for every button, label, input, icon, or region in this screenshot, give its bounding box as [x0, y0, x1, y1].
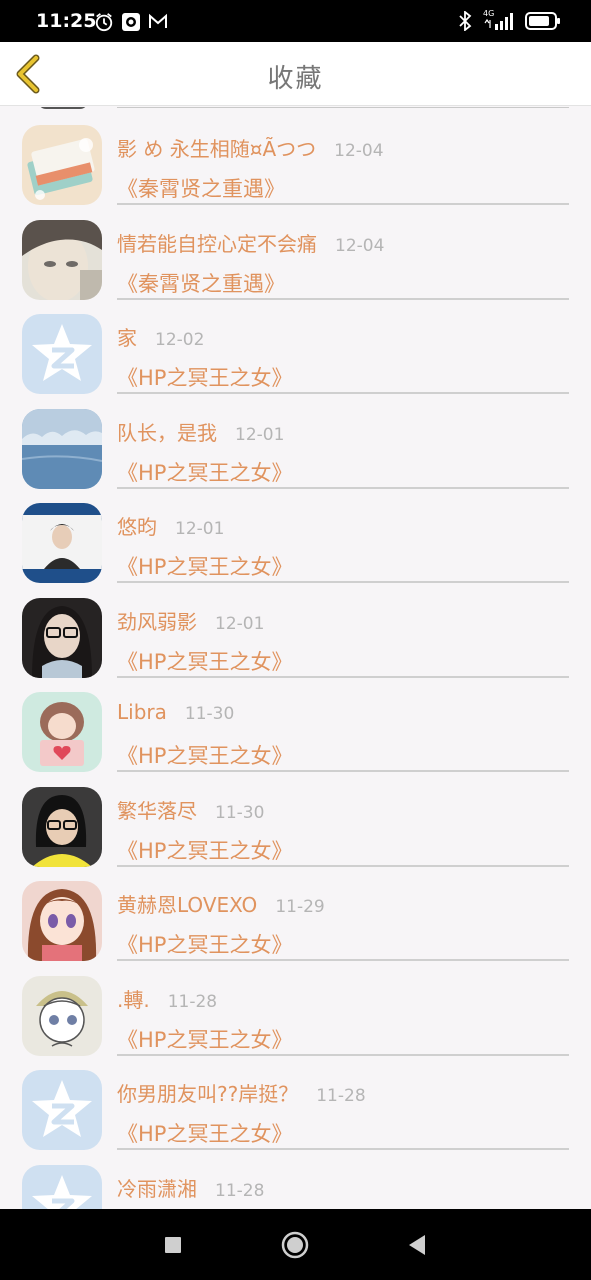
favorites-list[interactable]: 影 め 永生相随¤Ãつつ 12-04 《秦霄贤之重遇》 情若能自控心定不会痛 12-… — [0, 107, 591, 1209]
item-date: 11-28 — [316, 1086, 366, 1106]
user-name: Libra 11-30 — [117, 700, 235, 724]
avatar[interactable] — [22, 975, 102, 1056]
avatar[interactable] — [22, 1164, 102, 1209]
glasses-yellow-avatar-image — [22, 786, 102, 867]
mail-icon — [149, 13, 167, 28]
sketch-avatar-image — [22, 975, 102, 1056]
default-avatar-icon — [22, 314, 102, 394]
list-item[interactable]: 影 め 永生相随¤Ãつつ 12-04 《秦霄贤之重遇》 — [0, 107, 591, 205]
face-avatar-image — [22, 219, 102, 300]
bluetooth-icon — [459, 11, 472, 31]
book-title[interactable]: 《HP之冥王之女》 — [117, 551, 292, 581]
page-title: 收藏 — [267, 64, 324, 94]
user-name: 冷雨潇湘 11-28 — [117, 1176, 265, 1201]
list-item[interactable]: .轉. 11-28 《HP之冥王之女》 — [0, 958, 591, 1056]
book-title[interactable]: 《HP之冥王之女》 — [117, 457, 292, 487]
avatar[interactable] — [22, 125, 102, 205]
network-label: 4G — [483, 9, 495, 18]
avatar[interactable] — [22, 786, 102, 867]
user-name: 影 め 永生相随¤Ãつつ 12-04 — [117, 137, 384, 161]
item-date: 11-28 — [167, 991, 218, 1012]
back-nav-icon[interactable] — [401, 1229, 433, 1261]
user-name: .轉. 11-28 — [117, 987, 218, 1012]
avatar[interactable] — [22, 597, 102, 678]
list-item[interactable]: 劲风弱影 12-01 《HP之冥王之女》 — [0, 580, 591, 678]
book-title[interactable]: 《HP之冥王之女》 — [117, 1118, 292, 1148]
list-item[interactable]: Libra 11-30 《HP之冥王之女》 — [0, 674, 591, 772]
system-navigation-bar — [0, 1209, 591, 1280]
user-name: 你男朋友叫??岸挺？ 11-28 — [117, 1082, 366, 1106]
recent-apps-icon[interactable] — [157, 1229, 189, 1261]
book-title[interactable]: 《HP之冥王之女》 — [117, 1024, 292, 1054]
user-name: 劲风弱影 12-01 — [117, 609, 265, 634]
user-name: 情若能自控心定不会痛 12-04 — [117, 231, 385, 256]
item-date: 11-28 — [215, 1180, 265, 1201]
user-name: 队长，是我 12-01 — [117, 420, 285, 445]
item-date: 11-29 — [275, 897, 325, 917]
anime-avatar-image — [22, 881, 102, 961]
status-bar: 11:25 4G — [0, 0, 591, 42]
user-name: 黄赫恩LOVEXO 11-29 — [117, 893, 325, 917]
book-title[interactable]: 《秦霄贤之重遇》 — [117, 268, 285, 298]
snow-landscape-avatar-image — [22, 408, 102, 489]
avatar[interactable] — [22, 408, 102, 489]
list-item[interactable]: 你男朋友叫??岸挺？ 11-28 《HP之冥王之女》 — [0, 1052, 591, 1150]
list-item[interactable]: 情若能自控心定不会痛 12-04 《秦霄贤之重遇》 — [0, 202, 591, 300]
item-date: 12-01 — [215, 613, 265, 634]
home-icon[interactable] — [279, 1229, 311, 1261]
notebook-avatar-image — [22, 125, 102, 205]
list-item[interactable]: 家 12-02 《HP之冥王之女》 — [0, 296, 591, 394]
avatar[interactable] — [22, 219, 102, 300]
list-item[interactable]: 繁华落尽 11-30 《HP之冥王之女》 — [0, 769, 591, 867]
default-avatar-icon — [22, 1070, 102, 1150]
camera-icon — [122, 13, 140, 31]
avatar[interactable] — [22, 881, 102, 961]
item-date: 12-04 — [334, 141, 384, 161]
default-avatar-icon — [22, 1164, 102, 1209]
item-date: 11-30 — [215, 802, 265, 823]
signal-indicator: 4G — [483, 9, 515, 31]
book-title[interactable]: 《HP之冥王之女》 — [117, 740, 292, 770]
book-title[interactable]: 《秦霄贤之重遇》 — [117, 173, 285, 203]
avatar[interactable] — [22, 692, 102, 772]
girl-heart-avatar-image — [22, 692, 102, 772]
user-name: 繁华落尽 11-30 — [117, 798, 265, 823]
portrait-avatar-image — [22, 503, 102, 583]
list-item[interactable]: 冷雨潇湘 11-28 — [0, 1147, 591, 1209]
user-name: 悠昀 12-01 — [117, 515, 225, 539]
list-item[interactable]: 悠昀 12-01 《HP之冥王之女》 — [0, 485, 591, 583]
avatar[interactable] — [22, 1070, 102, 1150]
item-date: 12-01 — [235, 424, 285, 445]
user-name: 家 12-02 — [117, 326, 205, 350]
item-date: 12-02 — [155, 330, 205, 350]
book-title[interactable]: 《HP之冥王之女》 — [117, 646, 292, 676]
book-title[interactable]: 《HP之冥王之女》 — [117, 835, 292, 865]
list-item[interactable]: 队长，是我 12-01 《HP之冥王之女》 — [0, 391, 591, 489]
status-time: 11:25 — [36, 10, 97, 32]
book-title[interactable]: 《HP之冥王之女》 — [117, 362, 292, 392]
item-date: 12-01 — [175, 519, 225, 539]
book-title[interactable]: 《HP之冥王之女》 — [117, 929, 292, 959]
battery-icon — [525, 12, 560, 30]
alarm-icon — [95, 13, 113, 32]
avatar[interactable] — [22, 314, 102, 394]
item-date: 12-04 — [335, 235, 385, 256]
avatar[interactable] — [22, 503, 102, 583]
glasses-avatar-image — [22, 597, 102, 678]
list-item[interactable]: 黄赫恩LOVEXO 11-29 《HP之冥王之女》 — [0, 863, 591, 961]
item-date: 11-30 — [184, 704, 235, 724]
header-bar: 收藏 — [0, 42, 591, 106]
